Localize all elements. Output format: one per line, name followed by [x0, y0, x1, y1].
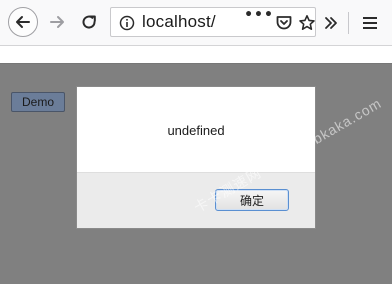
dialog-message: undefined [167, 123, 225, 138]
reload-icon [82, 15, 96, 29]
double-chevron-icon [325, 17, 337, 29]
demo-button[interactable]: Demo [11, 92, 65, 112]
reload-button[interactable] [74, 7, 104, 37]
star-icon [299, 15, 315, 30]
back-button[interactable] [8, 7, 38, 37]
pocket-button[interactable] [274, 13, 294, 33]
info-icon[interactable] [119, 15, 135, 31]
forward-arrow-icon [50, 16, 64, 28]
toolbar-separator [348, 12, 349, 34]
pocket-icon [276, 16, 292, 30]
url-text[interactable]: localhost/ [142, 12, 216, 32]
hamburger-icon [363, 17, 377, 29]
menu-button[interactable] [359, 13, 381, 33]
back-arrow-icon [16, 16, 30, 28]
page-top-area [0, 46, 392, 63]
bookmark-button[interactable] [297, 13, 317, 33]
overflow-button[interactable] [322, 13, 340, 33]
forward-button[interactable] [42, 7, 72, 37]
page-actions-button[interactable]: ••• [244, 7, 274, 23]
browser-toolbar: localhost/ ••• [0, 0, 392, 46]
page-actions-icon: ••• [244, 7, 274, 23]
